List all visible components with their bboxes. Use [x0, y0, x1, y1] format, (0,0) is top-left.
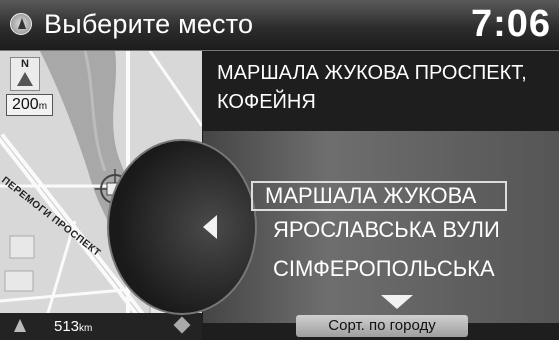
title-bar: Выберите место 7:06 [0, 0, 559, 51]
scroll-down-arrow-icon[interactable] [381, 295, 413, 309]
list-item[interactable]: ЯРОСЛАВСЬКА ВУЛИ [267, 215, 537, 245]
page-title: Выберите место [44, 9, 254, 39]
address-line-2: КОФЕЙНЯ [217, 91, 316, 113]
selected-address: МАРШАЛА ЖУКОВА ПРОСПЕКТ, КОФЕЙНЯ [217, 59, 552, 117]
sort-by-city-button[interactable]: Сорт. по городу [296, 315, 468, 337]
destination-panel: МАРШАЛА ЖУКОВА ПРОСПЕКТ, КОФЕЙНЯ МАРШАЛА… [107, 51, 559, 340]
scroll-left-arrow-icon[interactable] [203, 215, 217, 239]
vehicle-position-icon [14, 319, 26, 332]
north-up-icon[interactable]: N [10, 57, 40, 91]
map-scroll-icon [173, 316, 191, 334]
map-scale[interactable]: 200m [6, 94, 54, 116]
nav-screen: Выберите место 7:06 N 200m ПЕРЕМОГИ ПРОС… [0, 0, 559, 340]
map-scale-unit: m [38, 101, 48, 112]
selector-dial[interactable] [107, 139, 257, 315]
address-line-1: МАРШАЛА ЖУКОВА ПРОСПЕКТ, [217, 62, 527, 84]
distance-unit: km [79, 323, 93, 334]
compass-back-icon[interactable] [10, 13, 32, 35]
list-item-selected[interactable]: МАРШАЛА ЖУКОВА [251, 181, 507, 211]
map-scale-value: 200 [12, 96, 39, 113]
list-item[interactable]: СІМФЕРОПОЛЬСЬКА [267, 254, 537, 284]
north-label: N [21, 58, 29, 70]
map-status-bar: 513km [0, 313, 202, 340]
distance-value: 513 [54, 318, 80, 335]
distance-readout: 513km [54, 318, 92, 335]
clock: 7:06 [470, 3, 551, 45]
